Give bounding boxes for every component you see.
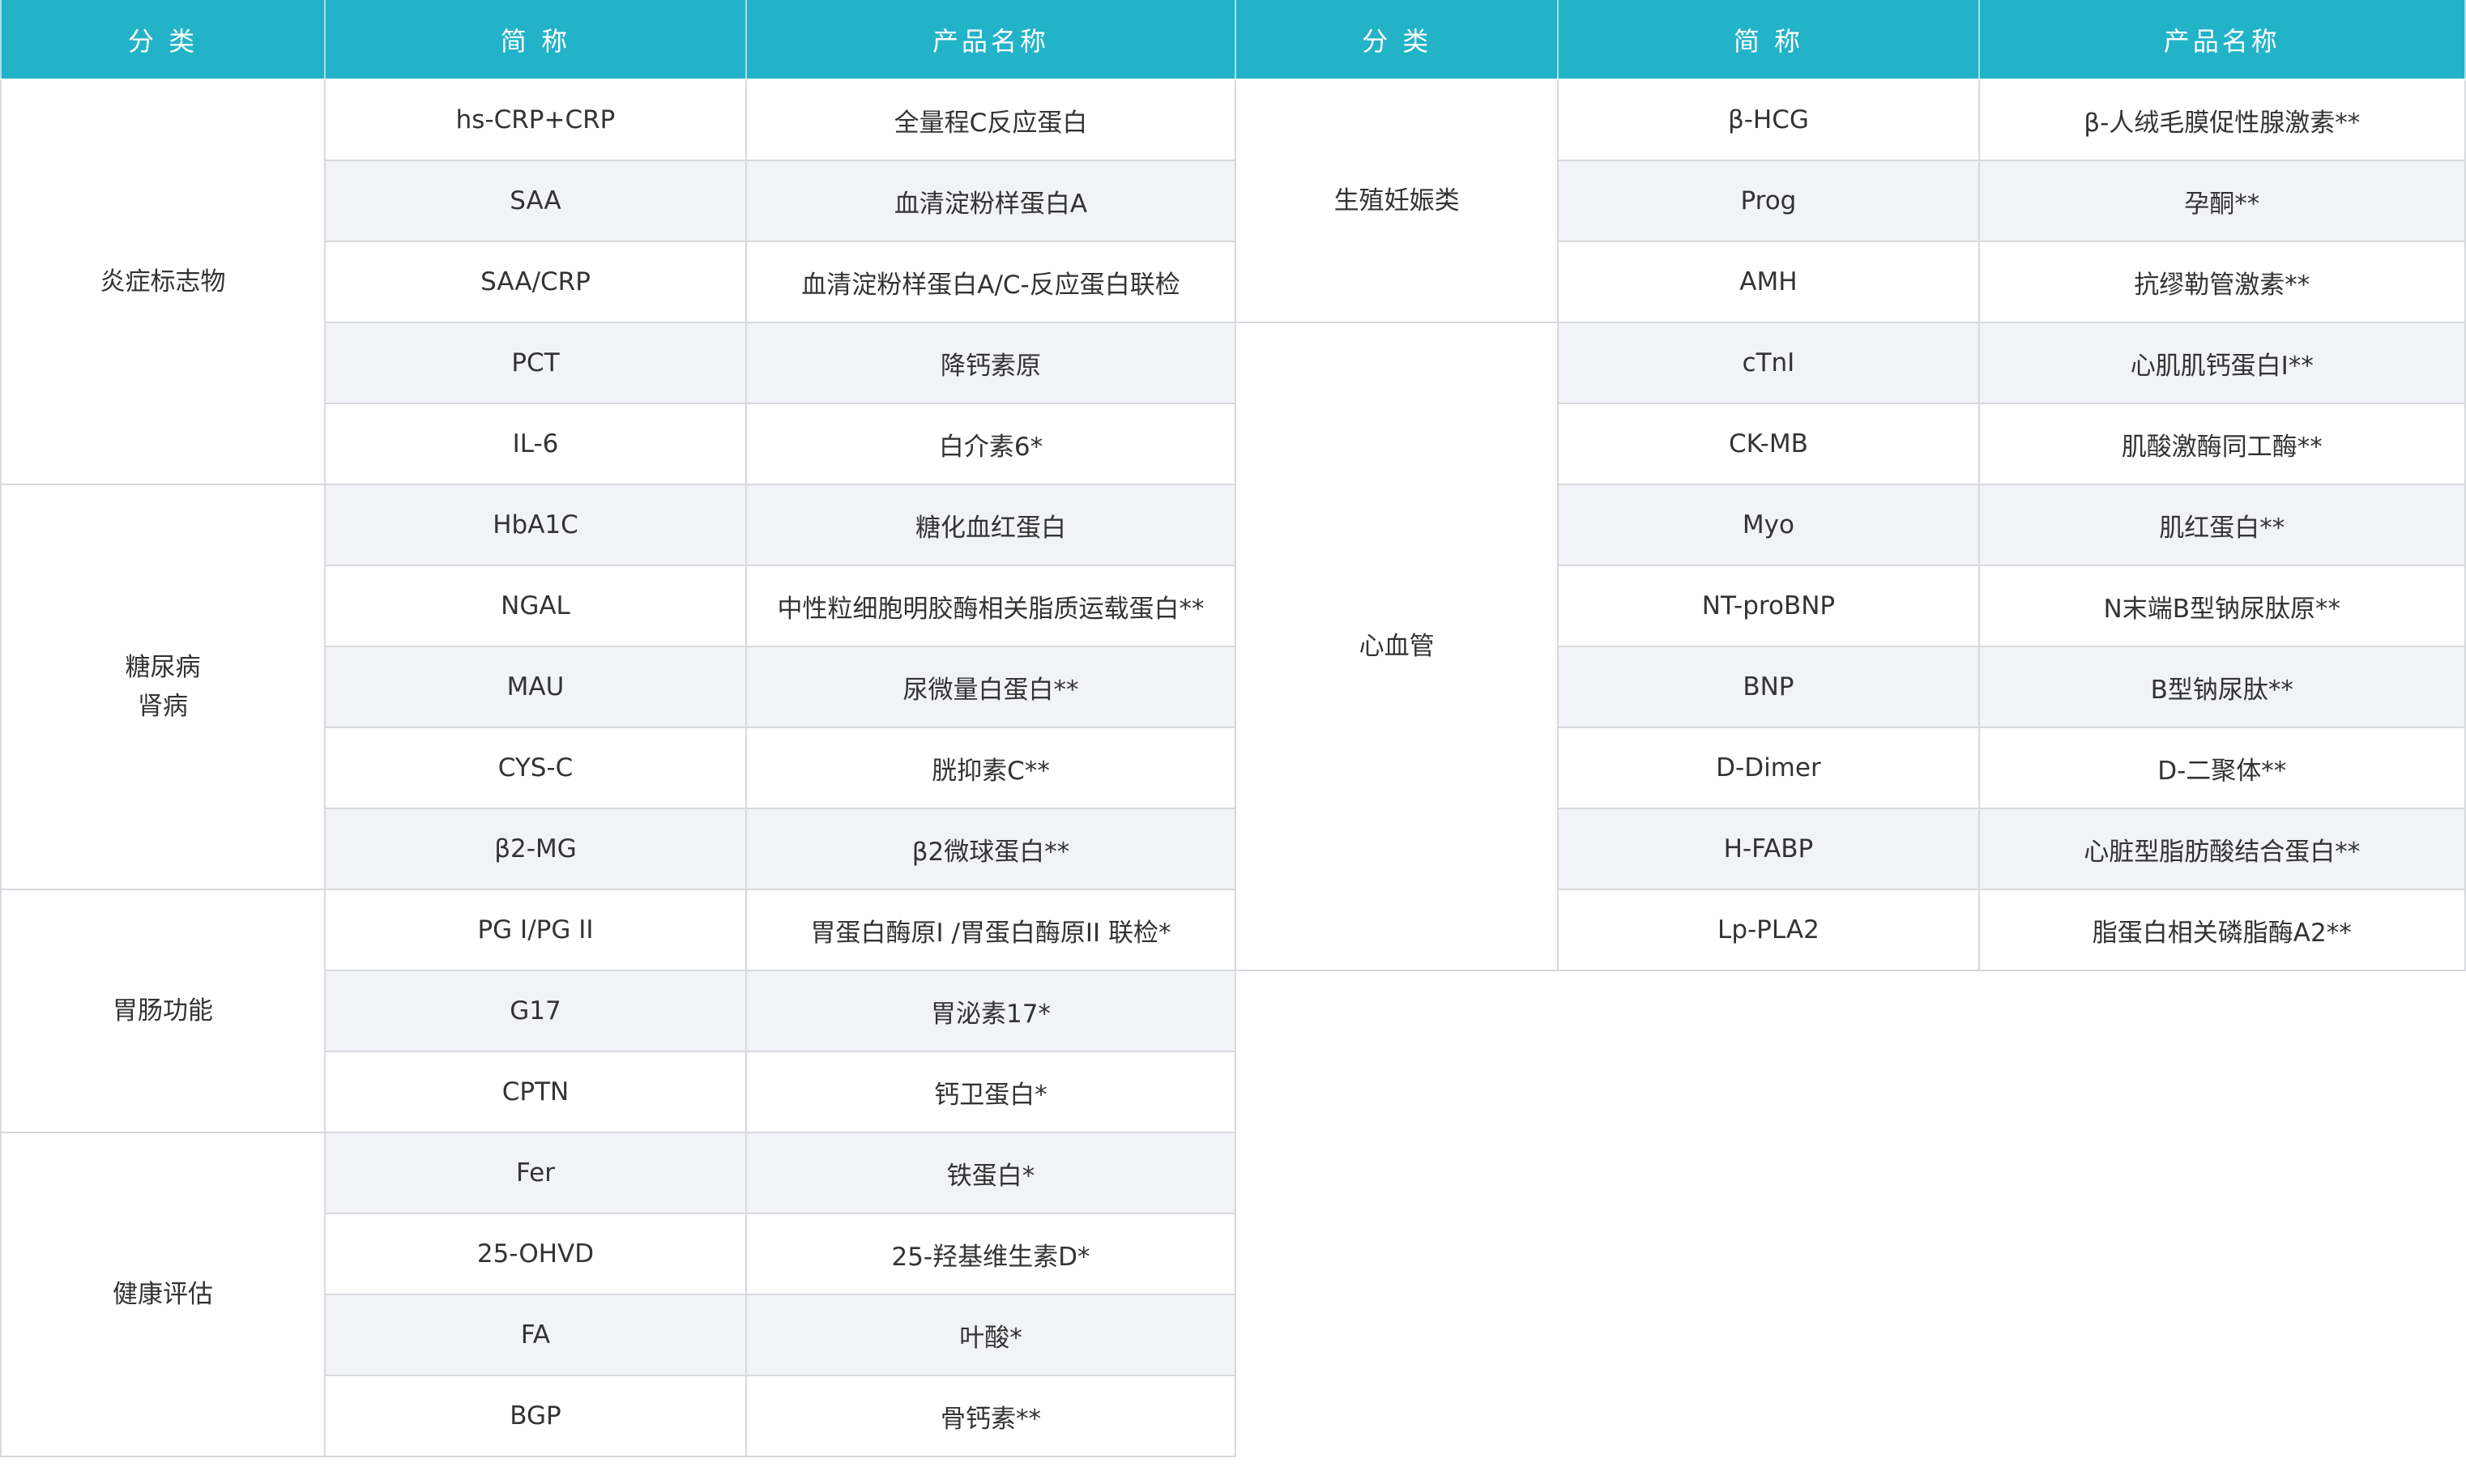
product-name-cell: 全量程C反应蛋白 (745, 79, 1236, 161)
product-name-cell: 血清淀粉样蛋白A (745, 160, 1236, 242)
category-cell: 心血管 (1234, 322, 1559, 971)
product-table-right: 分 类 简 称 产品名称 生殖妊娠类 β-HCG β-人绒毛膜促性腺激素** Prog… (1234, 0, 2466, 971)
table-header-row: 分 类 简 称 产品名称 (0, 0, 1236, 80)
header-category: 分 类 (1234, 0, 1559, 80)
product-name-cell: 肌红蛋白** (1977, 484, 2466, 566)
product-name-cell: 孕酮** (1977, 160, 2466, 242)
abbreviation-cell: MAU (324, 646, 747, 728)
table-body: 生殖妊娠类 β-HCG β-人绒毛膜促性腺激素** Prog 孕酮** AMH 抗缪勒管激素… (1234, 79, 2466, 971)
product-name-cell: 肌酸激酶同工酶** (1977, 403, 2466, 485)
abbreviation-cell: Prog (1557, 160, 1980, 242)
abbreviation-cell: Lp-PLA2 (1557, 889, 1980, 971)
abbreviation-cell: FA (324, 1294, 747, 1376)
category-cell: 健康评估 (0, 1132, 326, 1457)
product-name-cell: 心脏型脂肪酸结合蛋白** (1977, 808, 2466, 890)
category-cell: 炎症标志物 (0, 79, 326, 485)
abbreviation-cell: Myo (1557, 484, 1980, 566)
header-abbreviation: 简 称 (1557, 0, 1980, 80)
product-name-cell: 中性粒细胞明胶酶相关脂质运载蛋白** (745, 565, 1236, 647)
product-name-cell: 铁蛋白* (745, 1132, 1236, 1214)
category-cell: 胃肠功能 (0, 889, 326, 1133)
product-name-cell: 胃泌素17* (745, 970, 1236, 1052)
abbreviation-cell: PCT (324, 322, 747, 404)
product-name-cell: 糖化血红蛋白 (745, 484, 1236, 566)
table-row: 生殖妊娠类 β-HCG β-人绒毛膜促性腺激素** (1234, 79, 2466, 323)
table-row: 炎症标志物 hs-CRP+CRP 全量程C反应蛋白 (0, 79, 1236, 485)
abbreviation-cell: cTnI (1557, 322, 1980, 404)
category-cell: 糖尿病 肾病 (0, 484, 326, 890)
abbreviation-cell: NGAL (324, 565, 747, 647)
abbreviation-cell: BGP (324, 1375, 747, 1457)
product-name-cell: N末端B型钠尿肽原** (1977, 565, 2466, 647)
abbreviation-cell: AMH (1557, 241, 1980, 323)
product-name-cell: 血清淀粉样蛋白A/C-反应蛋白联检 (745, 241, 1236, 323)
product-name-cell: D-二聚体** (1977, 727, 2466, 809)
product-name-cell: 脂蛋白相关磷脂酶A2** (1977, 889, 2466, 971)
abbreviation-cell: hs-CRP+CRP (324, 79, 747, 161)
abbreviation-cell: D-Dimer (1557, 727, 1980, 809)
abbreviation-cell: CYS-C (324, 727, 747, 809)
abbreviation-cell: H-FABP (1557, 808, 1980, 890)
product-name-cell: 骨钙素** (745, 1375, 1236, 1457)
product-name-cell: B型钠尿肽** (1977, 646, 2466, 728)
table-header-row: 分 类 简 称 产品名称 (1234, 0, 2466, 80)
abbreviation-cell: PG I/PG II (324, 889, 747, 971)
abbreviation-cell: CK-MB (1557, 403, 1980, 485)
abbreviation-cell: BNP (1557, 646, 1980, 728)
product-name-cell: 抗缪勒管激素** (1977, 241, 2466, 323)
table-row: 胃肠功能 PG I/PG II 胃蛋白酶原I /胃蛋白酶原II 联检* (0, 889, 1236, 1133)
product-table-left: 分 类 简 称 产品名称 炎症标志物 hs-CRP+CRP 全量程C反应蛋白 SAA 血… (0, 0, 1236, 1457)
product-name-cell: 降钙素原 (745, 322, 1236, 404)
abbreviation-cell: G17 (324, 970, 747, 1052)
product-name-cell: β-人绒毛膜促性腺激素** (1977, 79, 2466, 161)
product-name-cell: 胃蛋白酶原I /胃蛋白酶原II 联检* (745, 889, 1236, 971)
product-name-cell: 钙卫蛋白* (745, 1051, 1236, 1133)
header-abbreviation: 简 称 (324, 0, 747, 80)
table-row: 糖尿病 肾病 HbA1C 糖化血红蛋白 (0, 484, 1236, 890)
product-name-cell: 叶酸* (745, 1294, 1236, 1376)
header-product-name: 产品名称 (1977, 0, 2466, 80)
abbreviation-cell: SAA/CRP (324, 241, 747, 323)
table-row: 健康评估 Fer 铁蛋白* (0, 1132, 1236, 1457)
header-category: 分 类 (0, 0, 326, 80)
product-name-cell: β2微球蛋白** (745, 808, 1236, 890)
abbreviation-cell: β-HCG (1557, 79, 1980, 161)
abbreviation-cell: NT-proBNP (1557, 565, 1980, 647)
category-cell: 生殖妊娠类 (1234, 79, 1559, 323)
abbreviation-cell: 25-OHVD (324, 1213, 747, 1295)
abbreviation-cell: SAA (324, 160, 747, 242)
table-row: 心血管 cTnI 心肌肌钙蛋白I** (1234, 322, 2466, 971)
table-body: 炎症标志物 hs-CRP+CRP 全量程C反应蛋白 SAA 血清淀粉样蛋白A SAA/CR… (0, 79, 1236, 1457)
header-product-name: 产品名称 (745, 0, 1236, 80)
abbreviation-cell: Fer (324, 1132, 747, 1214)
product-name-cell: 白介素6* (745, 403, 1236, 485)
product-name-cell: 25-羟基维生素D* (745, 1213, 1236, 1295)
product-name-cell: 尿微量白蛋白** (745, 646, 1236, 728)
product-name-cell: 心肌肌钙蛋白I** (1977, 322, 2466, 404)
abbreviation-cell: HbA1C (324, 484, 747, 566)
product-table-page: 分 类 简 称 产品名称 炎症标志物 hs-CRP+CRP 全量程C反应蛋白 SAA 血… (0, 0, 2466, 1484)
abbreviation-cell: β2-MG (324, 808, 747, 890)
abbreviation-cell: CPTN (324, 1051, 747, 1133)
abbreviation-cell: IL-6 (324, 403, 747, 485)
product-name-cell: 胱抑素C** (745, 727, 1236, 809)
